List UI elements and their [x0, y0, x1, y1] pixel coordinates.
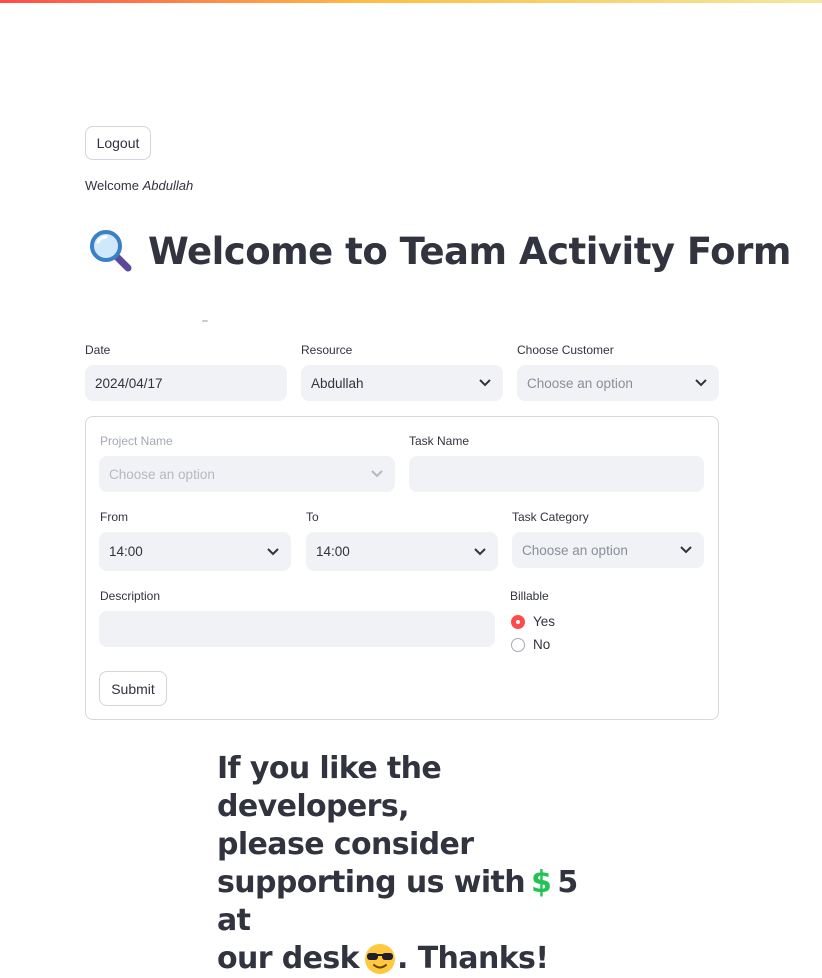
chevron-down-icon [695, 379, 707, 387]
chevron-down-icon [267, 547, 279, 555]
support-line-4-text: our desk [217, 941, 360, 976]
sunglasses-face-icon [365, 944, 396, 974]
support-line-4-thanks: . Thanks! [397, 941, 549, 976]
billable-label: Billable [510, 589, 549, 603]
customer-placeholder: Choose an option [527, 375, 633, 391]
welcome-text: Welcome Abdullah [85, 178, 193, 193]
support-line-2: please consider [217, 827, 474, 862]
welcome-prefix: Welcome [85, 178, 139, 193]
radio-unselected-icon [511, 637, 525, 652]
support-line-3-text: supporting us with [217, 865, 526, 900]
resource-value: Abdullah [311, 375, 364, 391]
radio-selected-icon [511, 614, 525, 629]
dollar-icon: $ [531, 865, 552, 900]
divider-fragment [202, 320, 208, 322]
project-name-label: Project Name [100, 434, 173, 448]
to-time-select[interactable]: 14:00 [306, 532, 498, 571]
submit-button[interactable]: Submit [99, 671, 167, 706]
date-input[interactable]: 2024/04/17 [85, 365, 287, 401]
project-name-select[interactable]: Choose an option [99, 456, 395, 492]
logout-button[interactable]: Logout [85, 126, 151, 160]
page-title-row: Welcome to Team Activity Form [88, 228, 791, 274]
support-message: If you like the developers, please consi… [217, 750, 597, 978]
task-category-label: Task Category [512, 510, 589, 524]
task-name-label: Task Name [409, 434, 470, 448]
date-label: Date [85, 343, 111, 357]
to-value: 14:00 [316, 544, 350, 559]
description-input[interactable] [99, 611, 495, 647]
date-value: 2024/04/17 [95, 375, 163, 391]
billable-option-yes[interactable]: Yes [511, 614, 555, 629]
billable-yes-label: Yes [533, 614, 556, 629]
from-time-select[interactable]: 14:00 [99, 532, 291, 571]
support-line-3: supporting us with $5 at [217, 864, 597, 940]
customer-label: Choose Customer [517, 343, 614, 357]
support-line-4: our desk . Thanks! [217, 940, 597, 978]
billable-option-no[interactable]: No [511, 637, 550, 652]
from-label: From [100, 510, 128, 524]
page-title: Welcome to Team Activity Form [148, 229, 791, 273]
task-category-select[interactable]: Choose an option [512, 532, 704, 568]
task-category-placeholder: Choose an option [522, 542, 628, 558]
top-decoration-bar [0, 0, 822, 3]
chevron-down-icon [371, 470, 383, 478]
chevron-down-icon [680, 546, 692, 554]
welcome-user: Abdullah [142, 178, 194, 193]
support-line-1: If you like the developers, [217, 751, 442, 824]
from-value: 14:00 [109, 544, 143, 559]
billable-no-label: No [533, 637, 551, 652]
resource-label: Resource [301, 343, 353, 357]
project-name-placeholder: Choose an option [109, 466, 215, 482]
chevron-down-icon [479, 379, 491, 387]
description-label: Description [100, 589, 161, 603]
to-label: To [306, 510, 319, 524]
magnifying-glass-icon [90, 230, 132, 272]
resource-select[interactable]: Abdullah [301, 365, 503, 401]
chevron-down-icon [474, 547, 486, 555]
task-name-input[interactable] [409, 456, 704, 492]
customer-select[interactable]: Choose an option [517, 365, 719, 401]
